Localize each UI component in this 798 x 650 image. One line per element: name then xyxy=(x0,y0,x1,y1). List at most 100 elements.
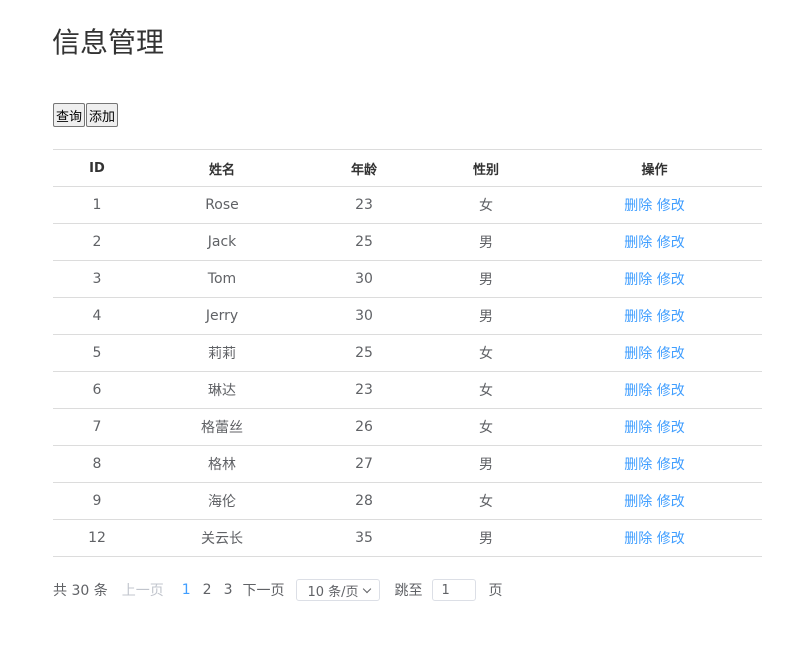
table-row: 2 Jack 25 男删除 修改 xyxy=(53,223,762,261)
page-button-1[interactable]: 1 xyxy=(182,582,191,598)
cell-id: 2 xyxy=(53,223,141,261)
cell-age: 23 xyxy=(303,371,425,409)
cell-id: 4 xyxy=(53,297,141,335)
cell-name: Rose xyxy=(141,186,303,224)
cell-id: 12 xyxy=(53,519,141,557)
edit-link[interactable]: 修改 xyxy=(657,235,685,251)
cell-sex: 男 xyxy=(425,260,547,298)
cell-sex: 男 xyxy=(425,519,547,557)
cell-id: 7 xyxy=(53,408,141,446)
jump-page-input[interactable] xyxy=(432,579,477,601)
cell-id: 8 xyxy=(53,445,141,483)
delete-link[interactable]: 删除 xyxy=(624,420,652,436)
header-id: ID xyxy=(53,149,141,187)
cell-operations: 删除 修改 xyxy=(547,408,762,446)
cell-sex: 男 xyxy=(425,297,547,335)
delete-link[interactable]: 删除 xyxy=(624,309,652,325)
header-operations: 操作 xyxy=(547,149,762,187)
edit-link[interactable]: 修改 xyxy=(657,309,685,325)
cell-sex: 男 xyxy=(425,445,547,483)
delete-link[interactable]: 删除 xyxy=(624,198,652,214)
cell-name: Tom xyxy=(141,260,303,298)
pagination: 共 30 条 上一页 1 2 3 下一页 10 条/页 跳至 页 xyxy=(53,578,502,602)
page-button-3[interactable]: 3 xyxy=(224,582,233,598)
edit-link[interactable]: 修改 xyxy=(657,531,685,547)
delete-link[interactable]: 删除 xyxy=(624,531,652,547)
cell-name: 琳达 xyxy=(141,371,303,409)
cell-operations: 删除 修改 xyxy=(547,186,762,224)
cell-id: 5 xyxy=(53,334,141,372)
edit-link[interactable]: 修改 xyxy=(657,420,685,436)
cell-age: 25 xyxy=(303,223,425,261)
query-button[interactable]: 查询 xyxy=(53,103,86,127)
cell-name: Jack xyxy=(141,223,303,261)
delete-link[interactable]: 删除 xyxy=(624,457,652,473)
page-size-select[interactable]: 10 条/页 xyxy=(296,579,381,601)
cell-age: 30 xyxy=(303,260,425,298)
toolbar: 查询 添加 xyxy=(53,103,119,127)
header-name: 姓名 xyxy=(141,149,303,187)
cell-name: 海伦 xyxy=(141,482,303,520)
delete-link[interactable]: 删除 xyxy=(624,272,652,288)
delete-link[interactable]: 删除 xyxy=(624,346,652,362)
cell-sex: 女 xyxy=(425,408,547,446)
table-row: 4 Jerry 30 男删除 修改 xyxy=(53,297,762,335)
cell-id: 3 xyxy=(53,260,141,298)
page-button-2[interactable]: 2 xyxy=(203,582,212,598)
cell-name: 莉莉 xyxy=(141,334,303,372)
table-header-row: ID 姓名 年龄 性别 操作 xyxy=(53,149,762,187)
delete-link[interactable]: 删除 xyxy=(624,383,652,399)
cell-operations: 删除 修改 xyxy=(547,371,762,409)
cell-age: 27 xyxy=(303,445,425,483)
edit-link[interactable]: 修改 xyxy=(657,198,685,214)
cell-name: 关云长 xyxy=(141,519,303,557)
page-size-value: 10 条/页 xyxy=(307,584,359,600)
cell-sex: 女 xyxy=(425,186,547,224)
cell-age: 23 xyxy=(303,186,425,224)
cell-id: 6 xyxy=(53,371,141,409)
cell-id: 1 xyxy=(53,186,141,224)
delete-link[interactable]: 删除 xyxy=(624,494,652,510)
page-title: 信息管理 xyxy=(52,26,165,59)
cell-age: 26 xyxy=(303,408,425,446)
cell-sex: 男 xyxy=(425,223,547,261)
cell-operations: 删除 修改 xyxy=(547,519,762,557)
cell-operations: 删除 修改 xyxy=(547,334,762,372)
cell-age: 30 xyxy=(303,297,425,335)
cell-operations: 删除 修改 xyxy=(547,223,762,261)
add-button[interactable]: 添加 xyxy=(86,103,119,127)
table-row: 8 格林 27 男删除 修改 xyxy=(53,445,762,483)
cell-operations: 删除 修改 xyxy=(547,297,762,335)
table-row: 5 莉莉 25 女删除 修改 xyxy=(53,334,762,372)
delete-link[interactable]: 删除 xyxy=(624,235,652,251)
cell-name: 格蕾丝 xyxy=(141,408,303,446)
edit-link[interactable]: 修改 xyxy=(657,457,685,473)
header-age: 年龄 xyxy=(303,149,425,187)
edit-link[interactable]: 修改 xyxy=(657,383,685,399)
header-sex: 性别 xyxy=(425,149,547,187)
cell-name: Jerry xyxy=(141,297,303,335)
jump-label: 跳至 xyxy=(394,583,423,599)
table-row: 1 Rose 23 女删除 修改 xyxy=(53,186,762,224)
table-row: 9 海伦 28 女删除 修改 xyxy=(53,482,762,520)
info-table: ID 姓名 年龄 性别 操作 1 Rose 23 女删除 修改 2 Jack 25 男删除 修… xyxy=(53,149,762,557)
edit-link[interactable]: 修改 xyxy=(657,494,685,510)
cell-id: 9 xyxy=(53,482,141,520)
next-page-button[interactable]: 下一页 xyxy=(242,580,284,600)
cell-age: 35 xyxy=(303,519,425,557)
page-suffix: 页 xyxy=(488,583,503,599)
cell-name: 格林 xyxy=(141,445,303,483)
chevron-down-icon xyxy=(362,584,371,593)
edit-link[interactable]: 修改 xyxy=(657,272,685,288)
table-row: 3 Tom 30 男删除 修改 xyxy=(53,260,762,298)
prev-page-button[interactable]: 上一页 xyxy=(122,580,164,600)
total-count: 共 30 条 xyxy=(53,583,108,599)
cell-operations: 删除 修改 xyxy=(547,445,762,483)
cell-age: 25 xyxy=(303,334,425,372)
cell-operations: 删除 修改 xyxy=(547,260,762,298)
cell-sex: 女 xyxy=(425,371,547,409)
table-row: 6 琳达 23 女删除 修改 xyxy=(53,371,762,409)
cell-sex: 女 xyxy=(425,334,547,372)
edit-link[interactable]: 修改 xyxy=(657,346,685,362)
table-body: 1 Rose 23 女删除 修改 2 Jack 25 男删除 修改 3 Tom 30 男删除 修改 4 J… xyxy=(53,186,762,557)
